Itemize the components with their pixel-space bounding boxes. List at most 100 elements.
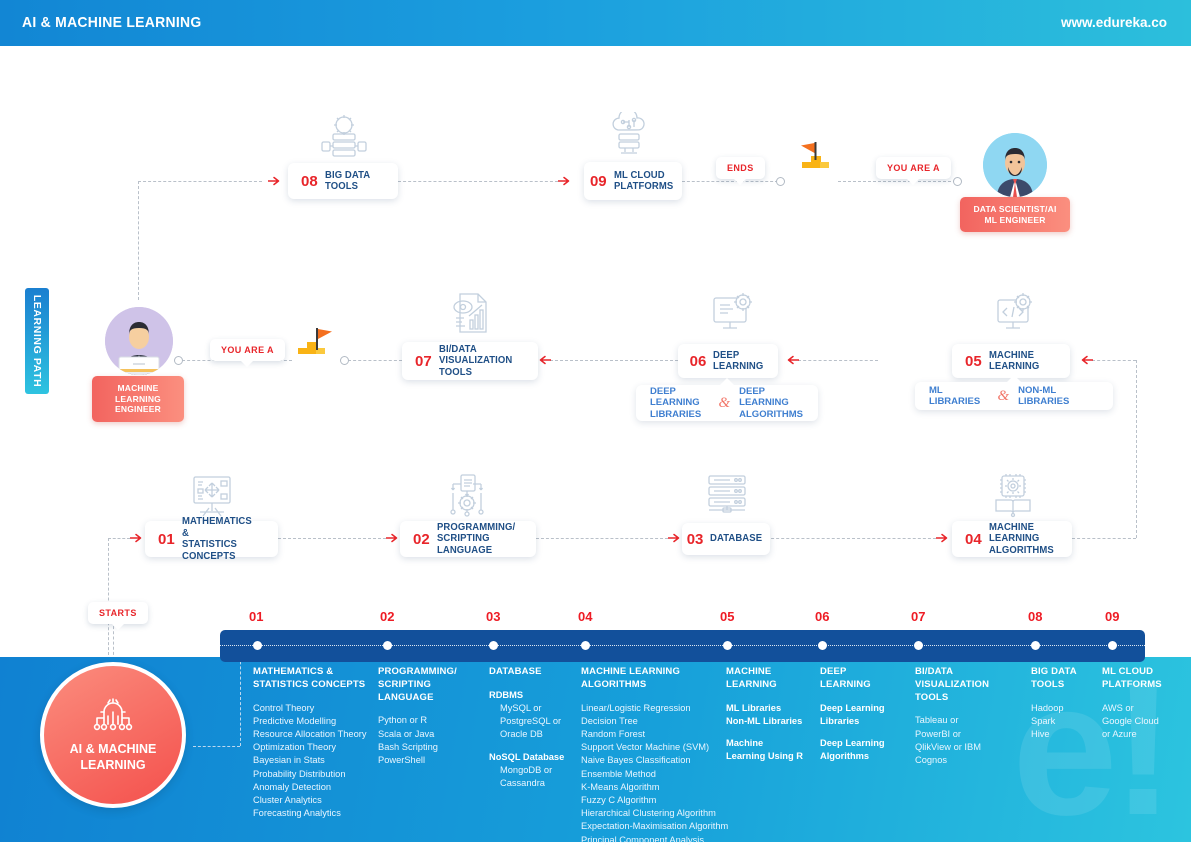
step-label-02: PROGRAMMING/ SCRIPTING LANGUAGE (436, 521, 515, 556)
arrow-icon-to-03 (668, 533, 680, 543)
sub-pill-left-machine-learning: ML LIBRARIES (929, 384, 981, 407)
timeline-dot-07[interactable] (914, 641, 923, 650)
list-item: Scala or Java (378, 728, 435, 739)
connector-01-to-02 (278, 538, 386, 539)
arrow-icon-to-02 (386, 533, 398, 543)
timeline-number-07: 07 (911, 609, 926, 624)
timeline-rail-line (220, 645, 1145, 646)
list-item: Resource Allocation Theory (253, 729, 367, 739)
step-card-07[interactable]: 07 BI/DATA VISUALIZATION TOOLS (402, 342, 538, 380)
you-are-a-marker-mid: YOU ARE A (210, 339, 285, 367)
connector-03-to-04 (766, 538, 936, 539)
timeline-dot-04[interactable] (581, 641, 590, 650)
list-item: Oracle DB (500, 729, 543, 740)
list-item: or Azure (1102, 729, 1137, 739)
step-card-05[interactable]: 05 MACHINE LEARNING (952, 344, 1070, 378)
list-item: Cassandra (500, 777, 545, 788)
avatar-data-scientist (983, 133, 1047, 197)
connector-05-to-06 (798, 360, 878, 361)
arrow-icon-to-04 (936, 533, 948, 543)
cloud-server-icon (612, 112, 645, 154)
node-circle-left-avatar (174, 356, 183, 365)
list-item: Hadoop (1031, 702, 1064, 713)
list-item: Spark (1031, 715, 1056, 726)
list-item: Decision Tree (581, 715, 638, 726)
list-spacer (726, 728, 818, 737)
book-chip-icon (995, 474, 1031, 518)
sub-pill-ampersand-machine-learning: & (997, 387, 1010, 404)
role-badge-data-scientist: DATA SCIENTIST/AI ML ENGINEER (960, 197, 1070, 233)
timeline-column-list-08: Hadoop Spark Hive (1031, 702, 1101, 742)
flag-stairs-top-icon (801, 142, 829, 168)
step-card-04[interactable]: 04 MACHINE LEARNING ALGORITHMS (952, 521, 1072, 557)
connector-02-to-03 (536, 538, 668, 539)
list-item: Fuzzy C Algorithm (581, 794, 657, 805)
timeline-dot-08[interactable] (1031, 641, 1040, 650)
timeline-dot-05[interactable] (723, 641, 732, 650)
server-gear-icon (321, 115, 367, 157)
starts-label: STARTS (99, 608, 137, 618)
step-card-03[interactable]: 03 DATABASE (682, 523, 770, 555)
timeline-column-06: DEEP LEARNING Deep Learning Libraries De… (820, 666, 912, 763)
timeline-column-list-04: Linear/Logistic Regression Decision Tree… (581, 702, 731, 847)
step-card-01[interactable]: 01 MATHEMATICS & STATISTICS CONCEPTS (145, 516, 278, 562)
monitor-gear-icon (997, 293, 1032, 329)
step-label-08: BIG DATA TOOLS (324, 169, 370, 193)
learning-path-tab: LEARNING PATH (25, 288, 49, 394)
sub-pill-right-deep-learning: DEEP LEARNING ALGORITHMS (739, 385, 803, 420)
sub-pill-deep-learning[interactable]: DEEP LEARNING LIBRARIES & DEEP LEARNING … (636, 378, 818, 421)
sub-pill-ampersand-deep-learning: & (718, 394, 731, 411)
list-item: QlikView or IBM (915, 741, 981, 752)
step-card-06[interactable]: 06 DEEP LEARNING (678, 344, 778, 378)
step-label-03: DATABASE (710, 533, 763, 545)
role-badge-label-ml-engineer: MACHINE LEARNING ENGINEER (115, 383, 161, 415)
timeline-column-list-01: Control Theory Predictive Modelling Reso… (253, 702, 377, 821)
sub-pill-notch-deep-learning (719, 378, 735, 386)
list-item: Cognos (915, 755, 948, 765)
list-item: Hierarchical Clustering Algorithm (581, 808, 716, 819)
arrow-icon-to-08 (268, 176, 280, 186)
connector-to-08 (138, 181, 262, 182)
list-item: Libraries (820, 715, 860, 726)
timeline-rail (220, 630, 1145, 662)
step-number-02: 02 (413, 530, 430, 548)
brand-url[interactable]: www.edureka.co (1061, 15, 1167, 30)
timeline-column-08: BIG DATA TOOLS Hadoop Spark Hive (1031, 666, 1101, 741)
timeline-column-title-08: BIG DATA TOOLS (1031, 666, 1077, 690)
list-item: Non-ML Libraries (726, 715, 803, 726)
timeline-dot-09[interactable] (1108, 641, 1117, 650)
arrow-icon-to-06 (787, 355, 799, 365)
arrow-icon-to-07 (539, 355, 551, 365)
timeline-column-list-09: AWS or Google Cloud or Azure (1102, 702, 1182, 742)
center-node-ai-ml[interactable]: AI & MACHINE LEARNING (40, 662, 186, 808)
step-number-04: 04 (965, 530, 982, 548)
sub-pill-machine-learning[interactable]: ML LIBRARIES & NON-ML LIBRARIES (915, 375, 1113, 410)
list-item: Linear/Logistic Regression (581, 702, 691, 713)
timeline-number-03: 03 (486, 609, 501, 624)
connector-start-vertical (108, 538, 109, 660)
learning-path-tab-label: LEARNING PATH (31, 294, 44, 388)
step-number-05: 05 (965, 352, 982, 370)
timeline-number-09: 09 (1105, 609, 1120, 624)
step-card-02[interactable]: 02 PROGRAMMING/ SCRIPTING LANGUAGE (400, 521, 536, 557)
list-item: Google Cloud (1102, 715, 1159, 726)
list-item: PostgreSQL or (500, 716, 562, 727)
timeline-dot-06[interactable] (818, 641, 827, 650)
list-item: Probability Distribution (253, 768, 346, 779)
timeline-column-title-02: PROGRAMMING/ SCRIPTING LANGUAGE (378, 666, 457, 703)
step-card-09[interactable]: 09 ML CLOUD PLATFORMS (584, 162, 682, 200)
list-item: RDBMS (489, 689, 524, 700)
list-item: Random Forest (581, 729, 646, 739)
timeline-dot-02[interactable] (383, 641, 392, 650)
step-card-08[interactable]: 08 BIG DATA TOOLS (288, 163, 398, 199)
list-item: K-Means Algorithm (581, 781, 660, 792)
you-are-a-label-top: YOU ARE A (887, 163, 940, 173)
timeline-column-title-05: MACHINE LEARNING (726, 666, 777, 690)
starts-marker[interactable]: STARTS (88, 602, 148, 630)
list-item: Control Theory (253, 702, 315, 713)
list-item: Support Vector Machine (SVM) (581, 742, 710, 753)
timeline-dot-01[interactable] (253, 641, 262, 650)
timeline-column-02: PROGRAMMING/ SCRIPTING LANGUAGE Python o… (378, 666, 484, 767)
timeline-dot-03[interactable] (489, 641, 498, 650)
list-item: Machine (726, 738, 764, 748)
